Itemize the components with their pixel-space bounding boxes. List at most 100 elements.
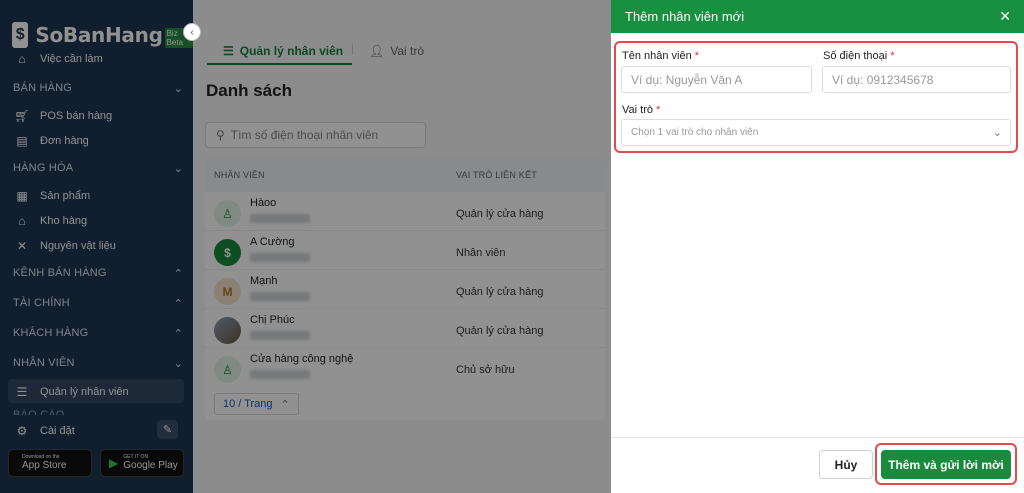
box-icon: ▦ [16,189,28,203]
chevron-down-icon: ⌄ [173,83,183,95]
section-label: HÀNG HÓA [13,162,74,174]
table-row[interactable]: $ A Cường Nhân viên [205,231,605,270]
m-letter-avatar: M [214,278,241,305]
table-row[interactable]: ♙ Cửa hàng công nghệ Chủ sở hữu [205,348,605,387]
cancel-button[interactable]: Hủy [819,450,873,479]
sidebar-item-label: POS bán hàng [40,110,113,122]
employee-name-field[interactable]: Ví dụ: Nguyễn Văn A [621,66,812,93]
page-size-value: 10 / Trang [223,398,273,410]
required-mark: * [890,50,895,62]
phone-field[interactable]: Ví dụ: 0912345678 [822,66,1011,93]
app-store-button[interactable]: Download on the App Store [8,449,92,477]
add-and-invite-button[interactable]: Thêm và gửi lời mời [881,450,1011,479]
column-header-role: VAI TRÒ LIÊN KẾT [456,170,537,180]
edit-sidebar-button[interactable]: ✎ [157,420,178,439]
chevron-up-icon: ⌃ [173,268,183,280]
user-check-icon: 👤︎ [369,44,385,58]
google-play-button[interactable]: ▶ GET IT ON Google Play [100,449,184,477]
input-placeholder: Ví dụ: 0912345678 [832,72,934,87]
sidebar-item-label: Việc cần làm [40,53,103,65]
column-header-employee: NHÂN VIÊN [214,170,265,180]
blurred-phone [250,370,310,379]
warehouse-icon: ⌂ [18,214,26,228]
sidebar-section-hang-hoa[interactable]: HÀNG HÓA ⌄ [13,162,183,175]
sidebar-section-ban-hang[interactable]: BÁN HÀNG ⌄ [13,82,183,95]
document-icon: ▤ [16,134,28,148]
sidebar-section-bao-cao[interactable]: BÁO CÁO [13,409,183,415]
brand-logo[interactable]: $ SoBanHang Biz Beta [12,22,193,48]
employee-name: Hàoo [250,197,277,209]
close-icon[interactable]: ✕ [999,8,1011,25]
employee-table: NHÂN VIÊN VAI TRÒ LIÊN KẾT ♙ Hàoo Quản l… [205,157,605,420]
employee-role: Chủ sở hữu [456,364,515,376]
select-placeholder: Chọn 1 vai trò cho nhân viên [631,127,759,138]
sidebar: $ SoBanHang Biz Beta ⌂ Việc cần làm BÁN … [0,0,193,493]
label-text: Số điện thoại [823,50,888,62]
section-label: BÁO CÁO [13,409,65,415]
table-row[interactable]: Chị Phúc Quản lý cửa hàng [205,309,605,348]
sobanhang-logo-avatar: $ [214,239,241,266]
sidebar-section-khach-hang[interactable]: KHÁCH HÀNG ⌃ [13,327,183,340]
chevron-down-icon: ⌄ [173,163,183,175]
tab-vai-tro[interactable]: 👤︎ Vai trò [369,44,424,58]
sidebar-item-label: Kho hàng [40,215,88,227]
app-store-label: App Store [22,460,67,471]
sidebar-item-quan-ly-nhan-vien[interactable]: ☰ Quản lý nhân viên [14,385,129,399]
submit-highlight-box: Thêm và gửi lời mời [875,443,1017,485]
user-avatar-icon: ♙ [214,200,241,227]
sidebar-item-label: Nguyên vật liệu [40,240,116,252]
brand-name: SoBanHang [35,23,163,47]
photo-avatar [214,317,241,344]
collapse-sidebar-button[interactable]: ‹ [183,23,201,41]
role-label: Vai trò * [622,104,660,116]
sidebar-item-nguyen-vat-lieu[interactable]: ✕ Nguyên vật liệu [14,239,116,253]
sidebar-item-viec-can-lam[interactable]: ⌂ Việc cần làm [14,52,103,66]
employee-role: Quản lý cửa hàng [456,325,544,337]
add-employee-panel: Thêm nhân viên mới ✕ Tên nhân viên * Ví d… [611,0,1024,493]
panel-header: Thêm nhân viên mới ✕ [611,0,1024,33]
chevron-left-icon: ‹ [190,26,194,38]
sidebar-section-kenh-ban-hang[interactable]: KÊNH BÁN HÀNG ⌃ [13,267,183,280]
employee-name: Cửa hàng công nghệ [250,353,354,365]
tab-divider: | [351,41,355,55]
employee-role: Quản lý cửa hàng [456,208,544,220]
sidebar-item-settings[interactable]: ⚙ Cài đặt [14,424,75,438]
user-list-icon: ☰ [223,44,234,58]
page-size-select[interactable]: 10 / Trang ⌃ [214,393,299,415]
sidebar-item-don-hang[interactable]: ▤ Đơn hàng [14,134,88,148]
tab-label: Vai trò [390,44,425,58]
blurred-phone [250,214,310,223]
table-row[interactable]: M Mạnh Quản lý cửa hàng [205,270,605,309]
sidebar-section-tai-chinh[interactable]: TÀI CHÍNH ⌃ [13,297,183,310]
section-label: KÊNH BÁN HÀNG [13,267,107,279]
employee-name: Mạnh [250,275,278,287]
chevron-up-icon: ⌃ [173,328,183,340]
tab-quan-ly-nhan-vien[interactable]: ☰ Quản lý nhân viên [223,44,343,58]
sidebar-item-label: Cài đặt [40,425,75,437]
tab-label: Quản lý nhân viên [239,44,344,58]
panel-title: Thêm nhân viên mới [625,9,745,24]
blurred-phone [250,292,310,301]
sidebar-item-kho-hang[interactable]: ⌂ Kho hàng [14,214,87,228]
section-label: TÀI CHÍNH [13,297,70,309]
sidebar-section-nhan-vien[interactable]: NHÂN VIÊN ⌄ [13,357,183,370]
role-select[interactable]: Chọn 1 vai trò cho nhân viên ⌄ [621,119,1011,146]
input-placeholder: Ví dụ: Nguyễn Văn A [631,72,743,87]
gear-icon: ⚙ [16,424,28,438]
sidebar-item-san-pham[interactable]: ▦ Sản phẩm [14,189,90,203]
chevron-up-icon: ⌃ [173,298,183,310]
employee-role: Nhân viên [456,247,506,259]
sidebar-item-label: Quản lý nhân viên [40,386,129,398]
blurred-phone [250,253,310,262]
pencil-icon: ✎ [162,424,173,436]
table-row[interactable]: ♙ Hàoo Quản lý cửa hàng [205,192,605,231]
sidebar-item-pos[interactable]: 🛒︎ POS bán hàng [14,109,112,123]
cart-icon: 🛒︎ [14,109,30,123]
logo-icon: $ [12,22,29,48]
required-mark: * [655,104,661,116]
search-input[interactable]: ⚲ Tìm số điện thoại nhân viên [205,122,426,148]
tab-active-indicator [207,63,352,65]
home-icon: ⌂ [18,52,26,66]
chevron-up-icon: ⌃ [280,398,290,411]
user-list-icon: ☰ [16,385,28,399]
